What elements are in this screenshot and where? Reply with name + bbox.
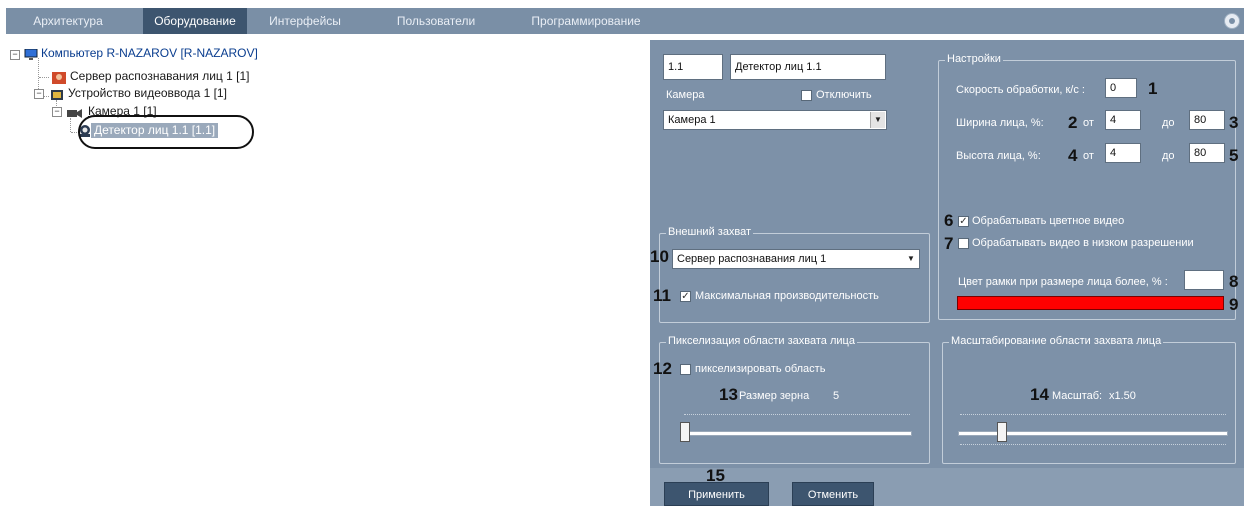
tree-item-computer[interactable]: Компьютер R-NAZAROV [R-NAZAROV] [41,46,258,60]
callout-3: 3 [1229,113,1239,132]
top-menu-bar: Архитектура Оборудование Интерфейсы Поль… [6,8,1244,34]
lowres-checkbox[interactable] [958,238,969,249]
width-from-label: от [1083,117,1094,129]
callout-5: 5 [1229,146,1239,165]
highlight-ellipse [78,115,254,149]
scaling-group-title: Масштабирование области захвата лица [949,335,1164,347]
grain-size-value: 5 [833,390,840,402]
frame-color-label: Цвет рамки при размере лица более, % : [958,276,1168,288]
external-capture-group: Внешний захват [659,226,930,323]
object-tree: − Компьютер R-NAZAROV [R-NAZAROV] Сервер… [0,40,640,506]
height-to-label: до [1162,150,1175,162]
color-video-label: Обрабатывать цветное видео [972,215,1125,227]
camera-select[interactable]: Камера 1 ▼ [663,110,887,130]
speed-label: Скорость обработки, к/с : [956,84,1085,96]
height-label: Высота лица, %: [956,150,1041,162]
menu-equipment[interactable]: Оборудование [143,8,247,34]
width-to-label: до [1162,117,1175,129]
max-performance-checkbox[interactable]: ✓ [680,291,691,302]
tree-collapse-toggle[interactable]: − [10,50,20,60]
frame-color-swatch[interactable] [957,296,1224,310]
callout-2: 2 [1068,113,1078,132]
pixelation-group: Пикселизация области захвата лица [659,335,930,464]
callout-8: 8 [1229,272,1239,291]
callout-1: 1 [1148,79,1158,98]
chevron-down-icon[interactable]: ▼ [904,251,918,267]
cancel-button[interactable]: Отменить [792,482,874,506]
scale-value: x1.50 [1109,390,1136,402]
height-to-input[interactable]: 80 [1189,143,1225,163]
callout-12: 12 [653,359,672,378]
camera-select-value: Камера 1 [668,114,716,126]
gear-icon[interactable] [1224,13,1240,29]
callout-7: 7 [944,234,954,253]
width-label: Ширина лица, %: [956,117,1044,129]
disable-checkbox[interactable] [801,90,812,101]
color-video-checkbox[interactable]: ✓ [958,216,969,227]
slider-ticks [960,444,1226,449]
tree-collapse-toggle[interactable]: − [34,89,44,99]
max-performance-label: Максимальная производительность [695,290,879,302]
chevron-down-icon[interactable]: ▼ [870,112,885,128]
object-id-field[interactable]: 1.1 [663,54,723,80]
menu-architecture[interactable]: Архитектура [6,8,130,34]
speed-input[interactable]: 0 [1105,78,1137,98]
computer-icon [24,48,38,60]
menu-interfaces[interactable]: Интерфейсы [256,8,354,34]
callout-13: 13 [719,385,738,404]
menu-users[interactable]: Пользователи [384,8,488,34]
width-from-input[interactable]: 4 [1105,110,1141,130]
settings-panel: 1.1 Детектор лиц 1.1 Камера Отключить Ка… [650,40,1244,506]
grain-size-label: Размер зерна [739,390,810,402]
callout-4: 4 [1068,146,1078,165]
settings-group-title: Настройки [945,53,1003,65]
face-server-select-value: Сервер распознавания лиц 1 [677,253,827,265]
callout-6: 6 [944,211,954,230]
grain-slider-thumb[interactable] [680,422,690,442]
menu-programming[interactable]: Программирование [516,8,656,34]
object-name-field[interactable]: Детектор лиц 1.1 [730,54,886,80]
slider-ticks [960,414,1226,419]
face-server-icon [52,71,66,84]
apply-button[interactable]: Применить [664,482,769,506]
face-server-select[interactable]: Сервер распознавания лиц 1 ▼ [672,249,920,269]
tree-collapse-toggle[interactable]: − [52,107,62,117]
disable-label: Отключить [816,89,872,101]
height-from-label: от [1083,150,1094,162]
grain-slider-track[interactable] [680,431,912,436]
video-device-icon [50,88,64,100]
callout-11: 11 [653,286,671,305]
slider-ticks [684,414,910,419]
scale-slider-thumb[interactable] [996,422,1007,442]
camera-icon [67,106,82,118]
tree-item-face-server[interactable]: Сервер распознавания лиц 1 [1] [70,69,249,83]
camera-label: Камера [666,89,705,101]
tree-item-video-device[interactable]: Устройство видеоввода 1 [1] [68,86,227,100]
pixelate-label: пикселизировать область [695,363,826,375]
external-capture-title: Внешний захват [666,226,754,238]
height-from-input[interactable]: 4 [1105,143,1141,163]
pixelation-group-title: Пикселизация области захвата лица [666,335,857,347]
callout-9: 9 [1229,295,1239,314]
callout-10: 10 [650,247,669,266]
width-to-input[interactable]: 80 [1189,110,1225,130]
callout-14: 14 [1030,385,1049,404]
pixelate-checkbox[interactable] [680,364,691,375]
lowres-label: Обрабатывать видео в низком разрешении [972,237,1194,249]
frame-color-input[interactable] [1184,270,1224,290]
scale-label: Масштаб: [1052,390,1103,402]
